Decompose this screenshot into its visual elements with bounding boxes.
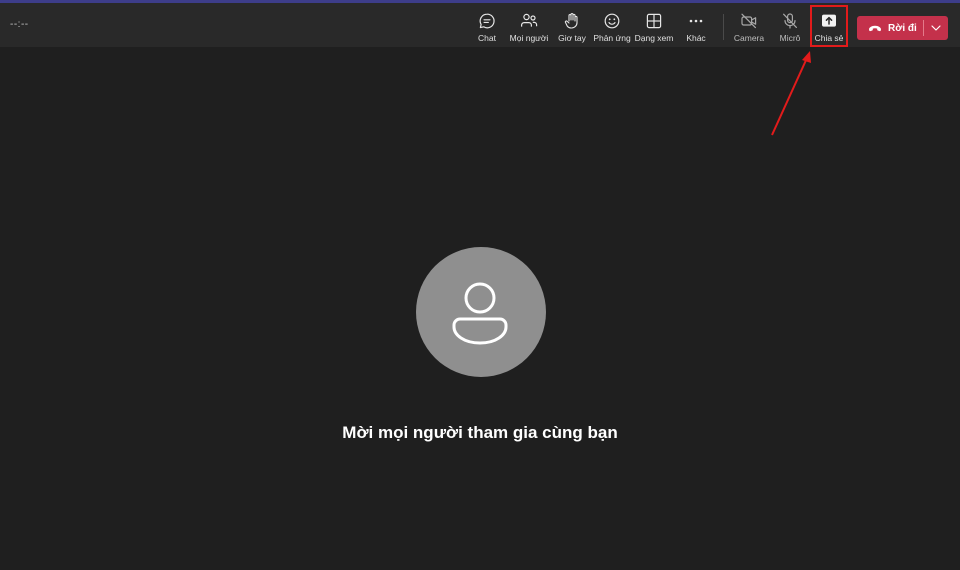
meeting-timer: --:-- [10, 19, 29, 30]
chat-icon [479, 13, 495, 29]
leave-button[interactable]: Rời đi [857, 16, 923, 40]
share-highlight-box [810, 5, 848, 47]
reactions-button[interactable]: Phản ứng [593, 6, 631, 46]
reactions-label: Phản ứng [593, 33, 631, 43]
camera-button[interactable]: Camera [733, 6, 765, 46]
chevron-down-icon [931, 25, 941, 31]
toolbar-divider [723, 14, 724, 40]
people-icon [521, 13, 538, 27]
mic-off-icon [782, 13, 797, 29]
people-label: Mọi người [509, 33, 549, 43]
more-icon [689, 19, 703, 23]
people-button[interactable]: Mọi người [509, 6, 549, 46]
raise-hand-button[interactable]: Giơ tay [555, 6, 589, 46]
mic-label: Micrô [779, 33, 801, 43]
raise-hand-icon [564, 13, 578, 29]
meeting-stage: Mời mọi người tham gia cùng bạn [0, 47, 960, 570]
invite-message: Mời mọi người tham gia cùng bạn [342, 423, 618, 442]
camera-off-icon [741, 13, 757, 29]
person-icon [452, 282, 508, 345]
raise-hand-label: Giơ tay [558, 33, 586, 43]
more-label: Khác [686, 33, 706, 43]
smiley-icon [604, 13, 620, 29]
leave-options-button[interactable] [924, 16, 948, 40]
view-button[interactable]: Dạng xem [634, 6, 674, 46]
chat-button[interactable]: Chat [472, 6, 502, 46]
camera-label: Camera [733, 33, 765, 43]
view-label: Dạng xem [634, 33, 674, 43]
mic-button[interactable]: Micrô [776, 6, 804, 46]
chat-label: Chat [478, 33, 496, 43]
grid-icon [646, 13, 662, 29]
meeting-window: --:-- Chat Mọi người Giơ tay Phản ứng Dạ… [0, 0, 960, 570]
leave-label: Rời đi [888, 22, 917, 34]
avatar [416, 247, 546, 377]
hang-up-icon [869, 25, 881, 32]
leave-button-group: Rời đi [857, 16, 948, 40]
more-button[interactable]: Khác [682, 6, 710, 46]
